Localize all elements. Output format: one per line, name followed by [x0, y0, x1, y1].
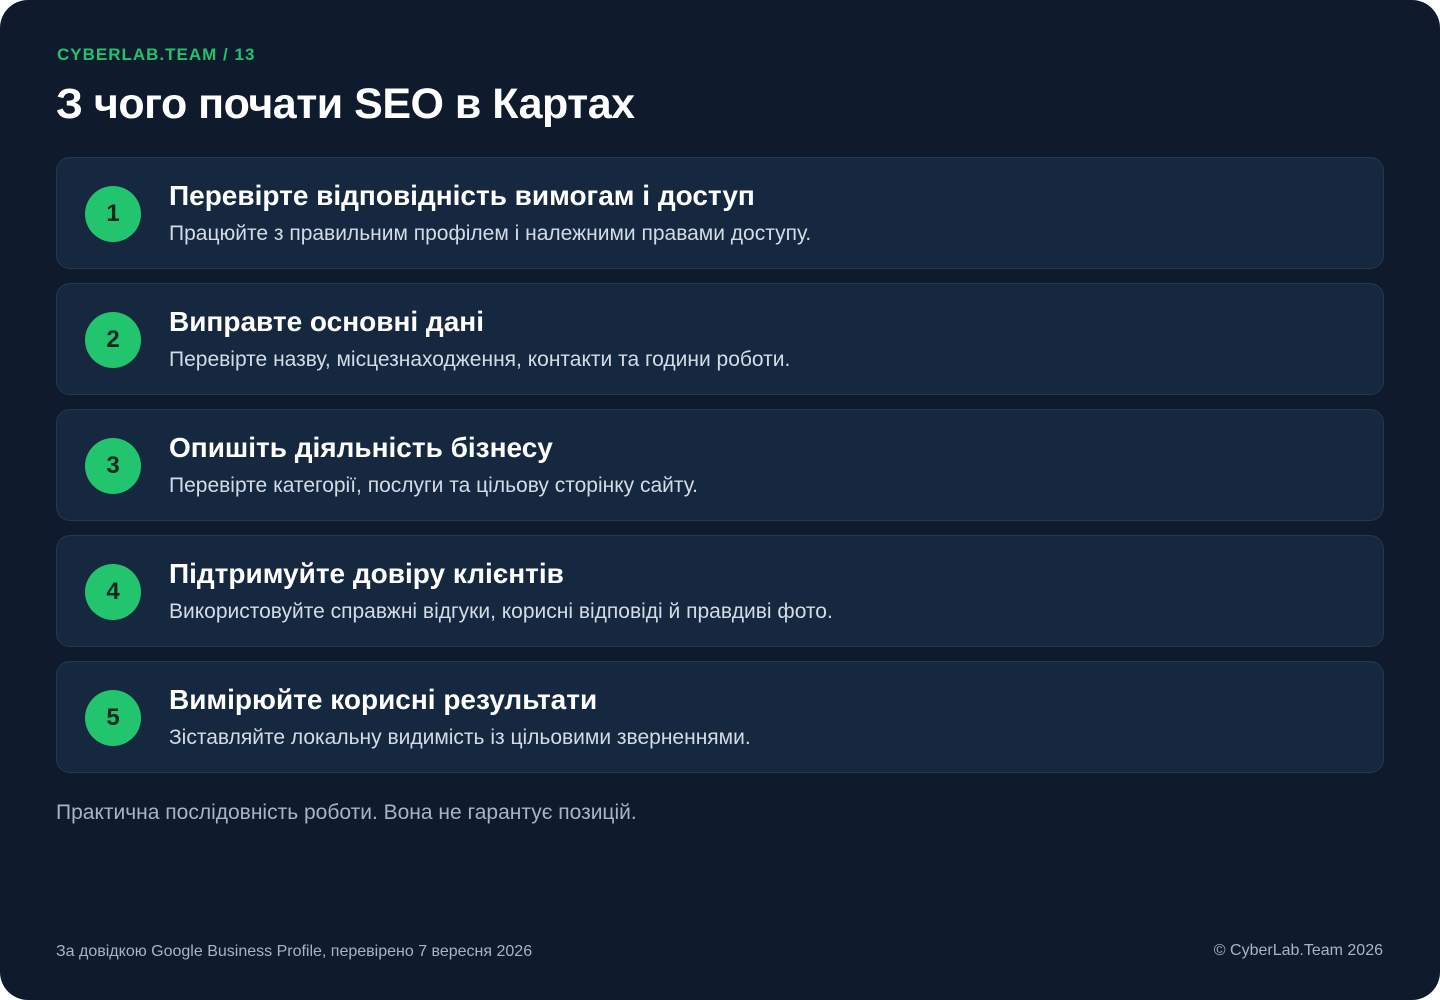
step-description: Використовуйте справжні відгуки, корисні…: [169, 600, 833, 623]
step-number-badge: 4: [85, 564, 141, 620]
disclaimer-note: Практична послідовність роботи. Вона не …: [56, 801, 637, 824]
eyebrow-label: CYBERLAB.TEAM / 13: [57, 45, 256, 64]
step-title: Опишіть діяльність бізнесу: [169, 432, 553, 463]
step-number-badge: 1: [85, 186, 141, 242]
step-title: Перевірте відповідність вимогам і доступ: [169, 180, 755, 211]
step-title: Підтримуйте довіру клієнтів: [169, 558, 564, 589]
step-number-badge: 2: [85, 312, 141, 368]
steps-list: 1 Перевірте відповідність вимогам і дост…: [56, 157, 1384, 787]
step-card-2: 2 Виправте основні дані Перевірте назву,…: [56, 283, 1384, 395]
step-description: Перевірте назву, місцезнаходження, конта…: [169, 348, 791, 371]
step-card-4: 4 Підтримуйте довіру клієнтів Використов…: [56, 535, 1384, 647]
step-number-badge: 3: [85, 438, 141, 494]
step-title: Вимірюйте корисні результати: [169, 684, 598, 715]
step-card-3: 3 Опишіть діяльність бізнесу Перевірте к…: [56, 409, 1384, 521]
copyright-footnote: © CyberLab.Team 2026: [1213, 942, 1383, 959]
step-description: Працюйте з правильним профілем і належни…: [169, 222, 812, 245]
step-card-1: 1 Перевірте відповідність вимогам і дост…: [56, 157, 1384, 269]
step-title: Виправте основні дані: [169, 306, 484, 337]
step-card-5: 5 Вимірюйте корисні результати Зіставляй…: [56, 661, 1384, 773]
step-description: Перевірте категорії, послуги та цільову …: [169, 474, 698, 497]
step-number-badge: 5: [85, 690, 141, 746]
source-footnote: За довідкою Google Business Profile, пер…: [56, 943, 533, 960]
page-title: З чого почати SEO в Картах: [56, 80, 635, 128]
slide: CYBERLAB.TEAM / 13 З чого почати SEO в К…: [0, 0, 1440, 1000]
step-description: Зіставляйте локальну видимість із цільов…: [169, 726, 751, 749]
